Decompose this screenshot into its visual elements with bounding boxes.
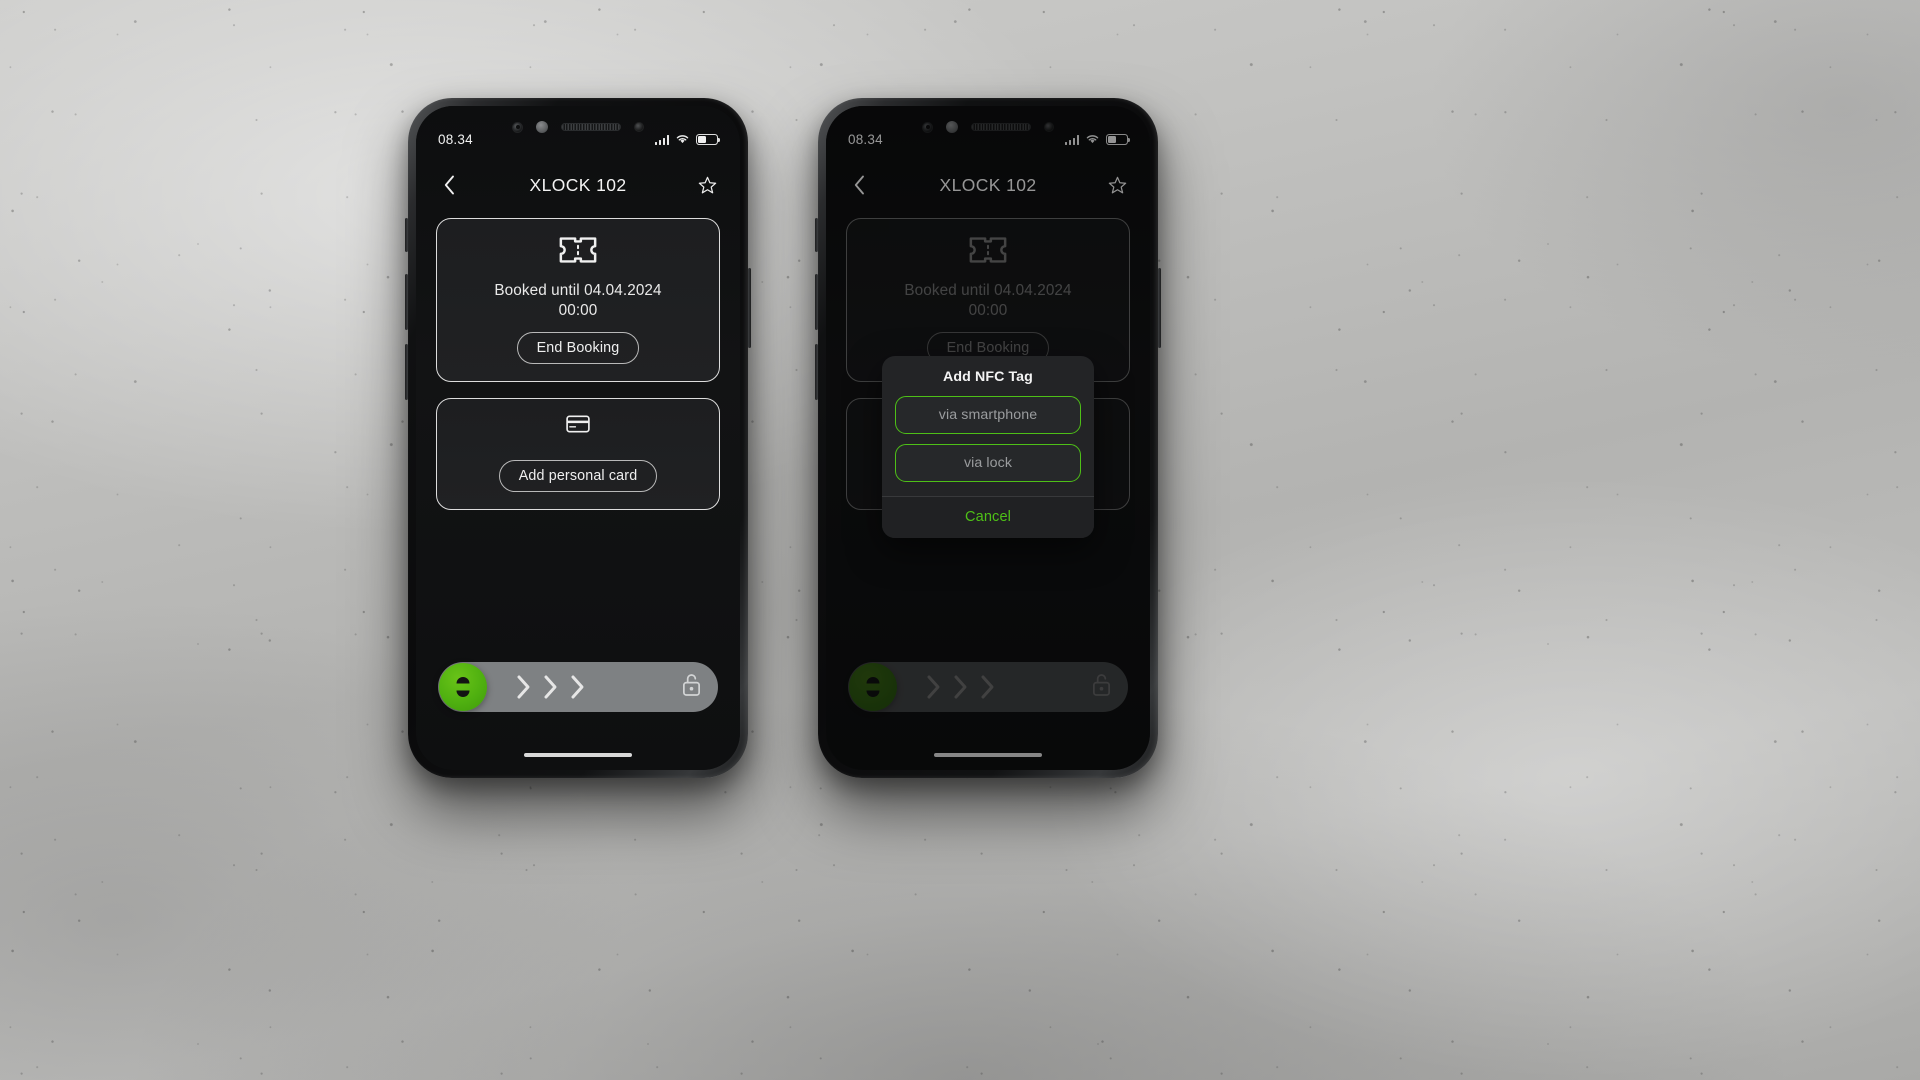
phone-left-screen: 08.34 XLOCK 102 Booked until 04.04.2024 … xyxy=(416,106,740,770)
ticket-icon xyxy=(558,235,598,270)
phone-left-status-bar: 08.34 xyxy=(416,128,740,150)
phone-right-screen: 08.34 XLOCK 102 Booked until 04.04.2024 … xyxy=(826,106,1150,770)
phone-left-side-button-power[interactable] xyxy=(748,268,751,348)
phone-left-body: 08.34 XLOCK 102 Booked until 04.04.2024 … xyxy=(416,106,740,770)
end-booking-button[interactable]: End Booking xyxy=(516,332,640,364)
unlock-slider-chevrons xyxy=(516,674,586,700)
phone-right-side-button-mute[interactable] xyxy=(815,218,818,252)
battery-icon xyxy=(696,134,721,145)
unlock-slider[interactable] xyxy=(438,662,718,712)
phone-right: 08.34 XLOCK 102 Booked until 04.04.2024 … xyxy=(815,98,1161,778)
padlock-shackle-icon xyxy=(456,677,470,697)
chevron-right-icon xyxy=(544,675,557,699)
phone-left-navbar: XLOCK 102 xyxy=(416,164,740,206)
via-smartphone-button[interactable]: via smartphone xyxy=(895,396,1081,434)
status-bar-time: 08.34 xyxy=(438,131,473,147)
home-indicator xyxy=(524,753,632,757)
dialog-body: Add NFC Tag via smartphone via lock xyxy=(882,356,1094,496)
via-lock-button[interactable]: via lock xyxy=(895,444,1081,482)
phone-right-side-button-volume-up[interactable] xyxy=(815,274,818,330)
unlocked-padlock-icon xyxy=(681,672,702,702)
phone-left-side-button-volume-down[interactable] xyxy=(405,344,408,400)
favorite-button[interactable] xyxy=(694,172,720,198)
phone-left-side-button-mute[interactable] xyxy=(405,218,408,252)
personal-card-card: Add personal card xyxy=(436,398,720,510)
phone-left: 08.34 XLOCK 102 Booked until 04.04.2024 … xyxy=(405,98,751,778)
unlock-slider-knob[interactable] xyxy=(439,663,487,711)
status-bar-indicators xyxy=(654,133,721,145)
phone-left-content: Booked until 04.04.2024 00:00 End Bookin… xyxy=(416,218,740,526)
booking-time-text: 00:00 xyxy=(558,302,598,319)
star-outline-icon xyxy=(698,176,716,193)
wifi-icon xyxy=(676,135,689,144)
phone-right-side-button-power[interactable] xyxy=(1158,268,1161,348)
credit-card-icon xyxy=(566,415,590,438)
chevron-right-icon xyxy=(571,675,584,699)
booking-until-text: Booked until 04.04.2024 xyxy=(494,282,662,299)
back-button[interactable] xyxy=(436,172,462,198)
cellular-signal-icon xyxy=(654,134,669,145)
phone-right-side-button-volume-down[interactable] xyxy=(815,344,818,400)
unlock-slider-track[interactable] xyxy=(438,662,718,712)
page-title: XLOCK 102 xyxy=(529,174,627,195)
add-personal-card-button[interactable]: Add personal card xyxy=(498,460,658,492)
phone-left-side-button-volume-up[interactable] xyxy=(405,274,408,330)
add-nfc-tag-dialog: Add NFC Tag via smartphone via lock Canc… xyxy=(882,356,1094,538)
dialog-title: Add NFC Tag xyxy=(943,369,1033,385)
phone-right-body: 08.34 XLOCK 102 Booked until 04.04.2024 … xyxy=(826,106,1150,770)
chevron-left-icon xyxy=(444,175,454,195)
booking-card: Booked until 04.04.2024 00:00 End Bookin… xyxy=(436,218,720,382)
cancel-button[interactable]: Cancel xyxy=(882,497,1094,538)
chevron-right-icon xyxy=(517,675,530,699)
